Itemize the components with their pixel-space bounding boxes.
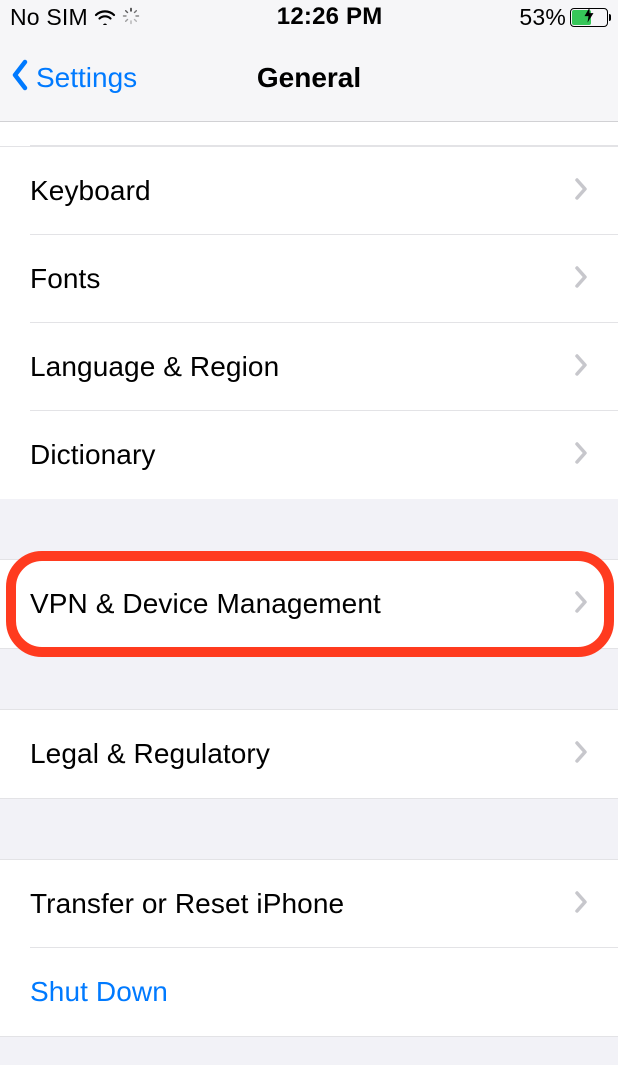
back-label: Settings	[36, 62, 137, 94]
row-keyboard[interactable]: Keyboard	[0, 147, 618, 235]
row-label: Legal & Regulatory	[30, 738, 574, 770]
status-time: 12:26 PM	[277, 3, 383, 31]
chevron-right-icon	[574, 890, 588, 919]
chevron-right-icon	[574, 353, 588, 382]
row-label: Dictionary	[30, 439, 574, 471]
chevron-left-icon	[10, 58, 30, 97]
charging-bolt-icon	[585, 8, 594, 26]
row-dictionary[interactable]: Dictionary	[0, 411, 618, 499]
group-gap	[0, 649, 618, 709]
settings-group-4: Transfer or Reset iPhone Shut Down	[0, 859, 618, 1037]
group-gap	[0, 799, 618, 859]
chevron-right-icon	[574, 590, 588, 619]
settings-group-2: VPN & Device Management	[0, 559, 618, 649]
battery-percent: 53%	[519, 4, 566, 31]
settings-group-1: Keyboard Fonts Language & Region Diction…	[0, 147, 618, 499]
row-vpn-device-management[interactable]: VPN & Device Management	[0, 560, 618, 648]
row-label: Keyboard	[30, 175, 574, 207]
row-fonts[interactable]: Fonts	[0, 235, 618, 323]
status-bar: No SIM 12:26 P	[0, 0, 618, 34]
nav-bar: Settings General	[0, 34, 618, 122]
chevron-right-icon	[574, 177, 588, 206]
row-label: Transfer or Reset iPhone	[30, 888, 574, 920]
row-transfer-reset[interactable]: Transfer or Reset iPhone	[0, 860, 618, 948]
group-gap	[0, 499, 618, 559]
status-left: No SIM	[10, 4, 140, 31]
back-button[interactable]: Settings	[0, 58, 137, 97]
partial-row-above	[0, 122, 618, 147]
page-title: General	[257, 62, 361, 94]
status-right: 53%	[519, 4, 608, 31]
settings-group-3: Legal & Regulatory	[0, 709, 618, 799]
row-label: Language & Region	[30, 351, 574, 383]
row-label: VPN & Device Management	[30, 588, 574, 620]
chevron-right-icon	[574, 441, 588, 470]
row-shut-down[interactable]: Shut Down	[0, 948, 618, 1036]
row-label: Fonts	[30, 263, 574, 295]
chevron-right-icon	[574, 740, 588, 769]
carrier-text: No SIM	[10, 4, 88, 31]
row-language-region[interactable]: Language & Region	[0, 323, 618, 411]
wifi-icon	[94, 4, 116, 31]
highlight-wrap: VPN & Device Management	[0, 559, 618, 649]
loading-spinner-icon	[122, 4, 140, 31]
row-legal-regulatory[interactable]: Legal & Regulatory	[0, 710, 618, 798]
row-label: Shut Down	[30, 976, 588, 1008]
chevron-right-icon	[574, 265, 588, 294]
battery-icon	[570, 8, 608, 27]
